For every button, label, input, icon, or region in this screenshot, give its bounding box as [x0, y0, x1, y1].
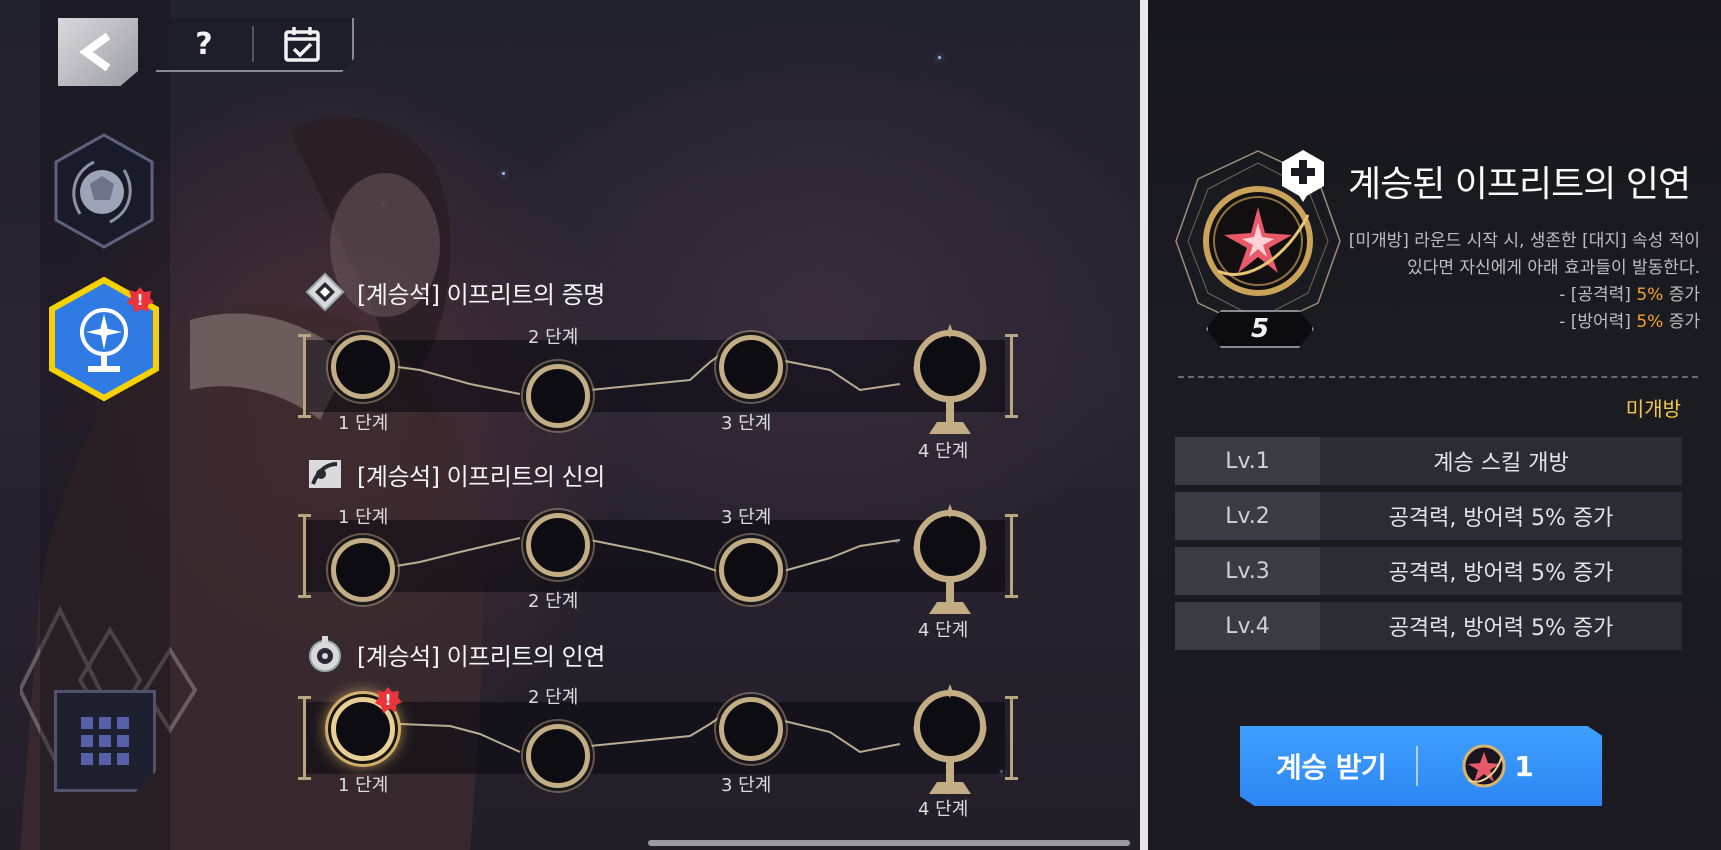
level-effect: 공격력, 방어력 5% 증가 — [1320, 602, 1682, 650]
level-number: Lv.2 — [1175, 492, 1320, 540]
path-title-text: [계승석] 이프리트의 증명 — [357, 280, 605, 309]
svg-text:!: ! — [385, 691, 392, 709]
effect-line: - [방어력] 5% 증가 — [1559, 312, 1700, 332]
button-separator — [1416, 746, 1419, 786]
stage-label: 2 단계 — [528, 687, 579, 708]
path-title-text: [계승석] 이프리트의 신의 — [357, 462, 605, 491]
stage-node-1-2[interactable] — [522, 360, 594, 432]
grid-menu-button[interactable] — [54, 690, 156, 792]
stage-label: 3 단계 — [721, 413, 772, 434]
description-text: [미개방] 라운드 시작 시, 생존한 [대지] 속성 적이 있다면 자신에게 … — [1348, 231, 1700, 278]
compass-medal-icon — [309, 636, 341, 672]
back-button[interactable] — [58, 18, 138, 86]
stage-label: 3 단계 — [721, 507, 772, 528]
section-divider — [1178, 376, 1698, 378]
calendar-check-icon — [284, 27, 320, 62]
top-toolbar: ? — [156, 18, 354, 72]
stage-node-3-2[interactable] — [522, 720, 594, 792]
plus-badge-icon — [1282, 150, 1324, 202]
calendar-button[interactable] — [254, 18, 350, 70]
detail-title: 계승된 이프리트의 인연 — [1348, 164, 1691, 205]
level-effect: 공격력, 방어력 5% 증가 — [1320, 492, 1682, 540]
level-row: Lv.2 공격력, 방어력 5% 증가 — [1175, 492, 1682, 540]
track-cap-left — [298, 334, 311, 418]
track-cap-right — [1005, 514, 1018, 598]
path-title-2: [계승석] 이프리트의 신의 — [305, 454, 605, 494]
track-cap-left — [298, 514, 311, 598]
effect-line: - [공격력] 5% 증가 — [1559, 285, 1700, 305]
inherit-cost: 1 — [1514, 749, 1534, 783]
stage-label: 2 단계 — [528, 327, 579, 348]
stage-label: 4 단계 — [918, 441, 969, 462]
inheritance-scene: ? ! [계승석] 이프리트의 증명 1 단계 2 단계 3 단계 4 단계 [… — [0, 0, 1140, 850]
stage-node-2-3[interactable] — [715, 534, 787, 606]
level-table: Lv.1 계승 스킬 개방 Lv.2 공격력, 방어력 5% 증가 Lv.3 공… — [1175, 437, 1682, 657]
back-arrow-icon — [79, 32, 111, 72]
inherit-stone-icon — [1462, 744, 1506, 788]
scroll-emblem-icon — [309, 460, 341, 488]
stage-label: 4 단계 — [918, 799, 969, 820]
stage-node-2-2[interactable] — [522, 509, 594, 581]
diamond-crest-icon — [305, 272, 345, 312]
emblem-level: 5 — [1206, 310, 1314, 348]
stage-label: 1 단계 — [338, 413, 389, 434]
star-sparkle — [938, 56, 941, 59]
stage-label: 4 단계 — [918, 620, 969, 641]
stage-node-2-4[interactable] — [907, 502, 993, 628]
level-effect: 계승 스킬 개방 — [1320, 437, 1682, 485]
level-row: Lv.1 계승 스킬 개방 — [1175, 437, 1682, 485]
track-cap-right — [1005, 334, 1018, 418]
level-number: Lv.3 — [1175, 547, 1320, 595]
inherit-button-label: 계승 받기 — [1276, 751, 1387, 784]
help-button[interactable]: ? — [156, 18, 252, 70]
panel-divider — [1140, 0, 1148, 850]
stage-node-3-3[interactable] — [715, 693, 787, 765]
detail-panel: 5 계승된 이프리트의 인연 [미개방] 라운드 시작 시, 생존한 [대지] … — [1148, 0, 1721, 850]
stage-node-3-4[interactable] — [907, 682, 993, 808]
stage-node-2-1[interactable] — [327, 534, 399, 606]
alert-badge-icon: ! — [375, 687, 402, 713]
inherit-button[interactable]: 계승 받기 1 — [1240, 726, 1602, 806]
status-label: 미개방 — [1625, 397, 1681, 421]
level-number: Lv.1 — [1175, 437, 1320, 485]
stage-node-1-4[interactable] — [907, 322, 993, 448]
stage-node-1-1[interactable] — [327, 331, 399, 403]
stage-label: 1 단계 — [338, 507, 389, 528]
detail-description: [미개방] 라운드 시작 시, 생존한 [대지] 속성 적이 있다면 자신에게 … — [1338, 228, 1700, 336]
constellation-line-3 — [399, 709, 901, 754]
path-title-3: [계승석] 이프리트의 인연 — [305, 634, 605, 674]
level-row: Lv.3 공격력, 방어력 5% 증가 — [1175, 547, 1682, 595]
level-row: Lv.4 공격력, 방어력 5% 증가 — [1175, 602, 1682, 650]
path-title-1: [계승석] 이프리트의 증명 — [305, 272, 605, 312]
grid-menu-icon — [81, 717, 129, 765]
stage-label: 3 단계 — [721, 775, 772, 796]
track-cap-left — [298, 696, 311, 780]
level-number: Lv.4 — [1175, 602, 1320, 650]
constellation-line-2 — [360, 537, 901, 573]
stage-label: 2 단계 — [528, 591, 579, 612]
track-cap-right — [1005, 696, 1018, 780]
star-sparkle — [502, 172, 505, 175]
home-indicator — [648, 840, 1130, 846]
path-title-text: [계승석] 이프리트의 인연 — [357, 642, 605, 671]
constellation-line-1 — [360, 347, 901, 395]
stage-label: 1 단계 — [338, 775, 389, 796]
help-icon: ? — [195, 26, 213, 62]
level-effect: 공격력, 방어력 5% 증가 — [1320, 547, 1682, 595]
svg-text:!: ! — [137, 291, 144, 309]
alert-badge-icon: ! — [127, 287, 154, 313]
stage-node-1-3[interactable] — [715, 331, 787, 403]
side-tab-orb[interactable] — [52, 132, 156, 250]
